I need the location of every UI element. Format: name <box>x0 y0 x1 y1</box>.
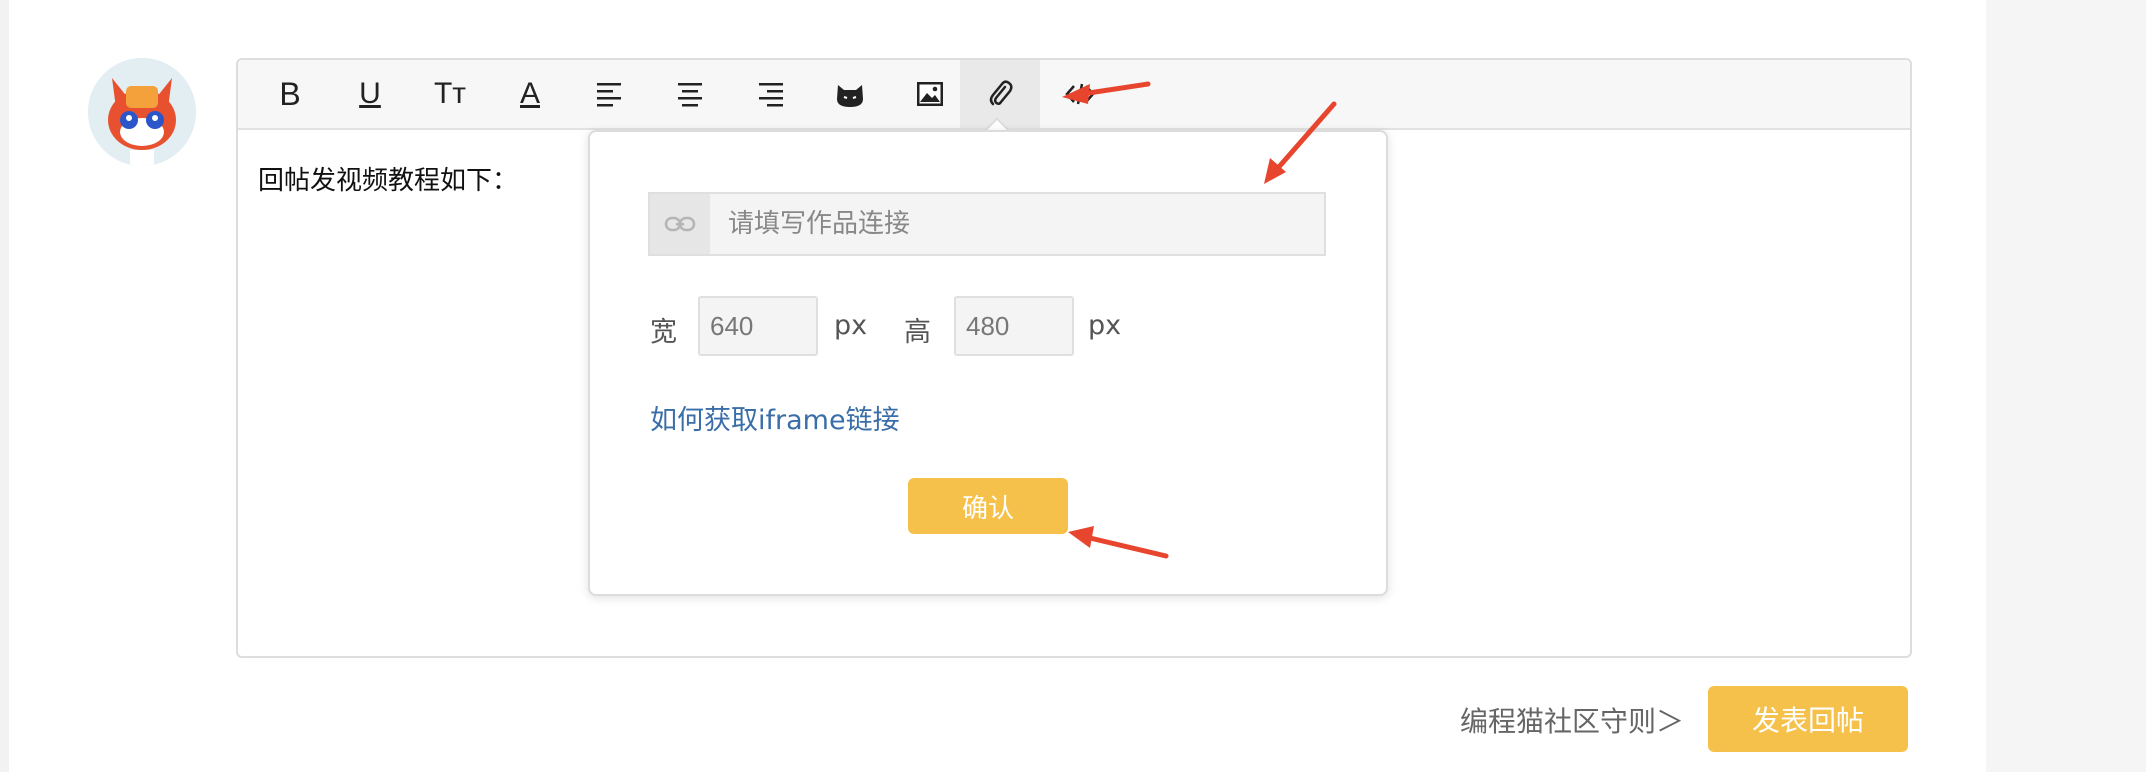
submit-reply-button[interactable]: 发表回帖 <box>1708 686 1908 752</box>
work-link-input[interactable] <box>710 194 1324 254</box>
cat-mascot-avatar-icon <box>88 58 196 166</box>
height-unit: px <box>1088 310 1122 341</box>
link-icon <box>650 194 710 254</box>
cat-face-icon <box>837 85 863 107</box>
align-center-icon <box>678 83 702 107</box>
avatar <box>88 58 196 166</box>
align-right-icon <box>759 83 783 107</box>
left-gutter <box>0 0 9 772</box>
editor-toolbar: B U Tт A <box>238 60 1910 130</box>
align-right-button[interactable] <box>730 60 810 128</box>
paperclip-icon <box>989 80 1013 106</box>
work-link-field[interactable] <box>648 192 1326 256</box>
width-label: 宽 <box>650 317 677 348</box>
height-label: 高 <box>904 317 931 348</box>
image-icon <box>917 82 943 106</box>
attachment-link-button[interactable] <box>960 60 1040 128</box>
height-input[interactable] <box>954 296 1074 356</box>
bold-button[interactable]: B <box>250 60 330 128</box>
align-center-button[interactable] <box>650 60 730 128</box>
right-side-panel <box>1986 0 2146 772</box>
editor-content[interactable]: 回帖发视频教程如下： <box>258 160 518 197</box>
iframe-help-link[interactable]: 如何获取iframe链接 <box>650 398 900 437</box>
image-button[interactable] <box>890 60 970 128</box>
font-color-button[interactable]: A <box>490 60 570 128</box>
community-rules-link[interactable]: 编程猫社区守则＞ <box>1460 700 1684 740</box>
width-unit: px <box>834 310 868 341</box>
font-size-button[interactable]: Tт <box>410 60 490 128</box>
width-input[interactable] <box>698 296 818 356</box>
emoji-button[interactable] <box>810 60 890 128</box>
code-embed-button[interactable] <box>1040 60 1120 128</box>
align-left-icon <box>597 83 621 107</box>
code-icon <box>1065 83 1095 105</box>
underline-button[interactable]: U <box>330 60 410 128</box>
align-left-button[interactable] <box>570 60 650 128</box>
confirm-button[interactable]: 确认 <box>908 478 1068 534</box>
